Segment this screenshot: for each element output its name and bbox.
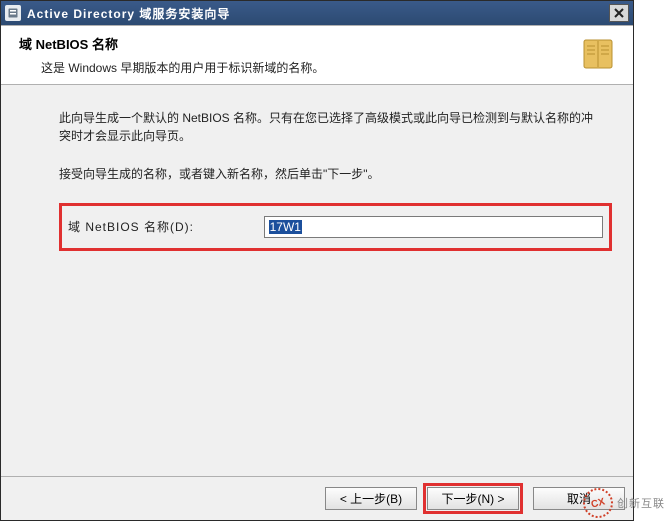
netbios-label: 域 NetBIOS 名称(D):: [68, 218, 264, 236]
netbios-input-value: 17W1: [269, 220, 302, 234]
wizard-content: 此向导生成一个默认的 NetBIOS 名称。只有在您已选择了高级模式或此向导已检…: [1, 85, 633, 251]
next-button[interactable]: 下一步(N) >: [427, 487, 519, 510]
page-title: 域 NetBIOS 名称: [19, 34, 581, 53]
close-button[interactable]: [609, 4, 629, 22]
info-text-1: 此向导生成一个默认的 NetBIOS 名称。只有在您已选择了高级模式或此向导已检…: [59, 109, 603, 145]
netbios-field-highlight: 域 NetBIOS 名称(D): 17W1: [59, 203, 612, 251]
window-title: Active Directory 域服务安装向导: [27, 5, 609, 22]
watermark: CX 创新互联: [583, 488, 665, 518]
wizard-header: 域 NetBIOS 名称 这是 Windows 早期版本的用户用于标识新域的名称…: [1, 25, 633, 85]
app-icon: [5, 5, 21, 21]
close-icon: [614, 8, 624, 18]
page-subtitle: 这是 Windows 早期版本的用户用于标识新域的名称。: [19, 59, 581, 76]
titlebar[interactable]: Active Directory 域服务安装向导: [1, 1, 633, 25]
next-button-highlight: 下一步(N) >: [423, 483, 523, 514]
back-button[interactable]: < 上一步(B): [325, 487, 417, 510]
book-icon: [581, 34, 621, 84]
watermark-text: 创新互联: [617, 495, 665, 511]
watermark-icon: CX: [580, 485, 617, 522]
netbios-input[interactable]: 17W1: [264, 216, 603, 238]
wizard-window: Active Directory 域服务安装向导 域 NetBIOS 名称 这是…: [0, 0, 634, 521]
wizard-buttons: < 上一步(B) 下一步(N) > 取消: [1, 476, 633, 520]
info-text-2: 接受向导生成的名称，或者键入新名称，然后单击"下一步"。: [59, 165, 603, 183]
